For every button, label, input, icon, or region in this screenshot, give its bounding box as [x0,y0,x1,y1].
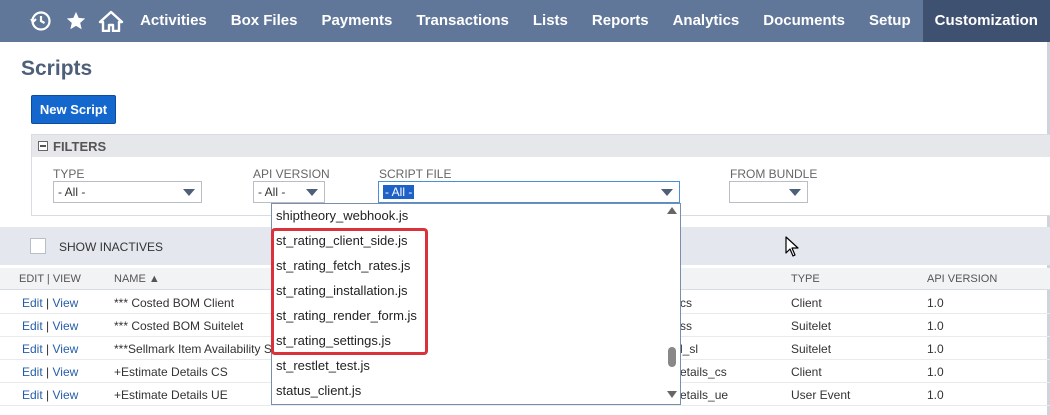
row-name: *** Costed BOM Client [114,296,235,310]
column-header-api-version[interactable]: API VERSION [927,273,997,285]
row-script-file: etails_cs [680,365,727,379]
show-inactives-checkbox[interactable] [30,238,46,254]
row-script-file: ss [680,319,692,333]
scrollbar-thumb[interactable] [668,347,676,367]
edit-link[interactable]: Edit [22,365,43,379]
row-edit-view: Edit | View [22,296,79,310]
highlight-annotation-box [271,228,428,355]
row-type: Client [791,296,822,310]
edit-link[interactable]: Edit [22,388,43,402]
column-header-type[interactable]: TYPE [791,273,820,285]
scroll-down-arrow-icon[interactable] [667,391,677,398]
edit-link[interactable]: Edit [22,342,43,356]
nav-transactions[interactable]: Transactions [404,0,521,42]
scroll-up-arrow-icon[interactable] [667,207,677,214]
column-header-name[interactable]: NAME ▲ [114,273,160,285]
filters-header[interactable]: FILTERS [32,135,1050,157]
nav-setup[interactable]: Setup [857,0,923,42]
type-filter-value: - All - [58,185,86,199]
row-script-file: etails_ue [680,388,729,402]
row-type: Client [791,365,822,379]
mouse-cursor-icon [785,236,799,263]
dropdown-option[interactable]: shiptheory_webhook.js [276,208,408,223]
view-link[interactable]: View [52,319,78,333]
row-edit-view: Edit | View [22,319,79,333]
row-api-version: 1.0 [927,342,944,356]
from-bundle-filter-label: FROM BUNDLE [730,167,818,181]
chevron-down-icon [183,189,195,196]
row-name: *** Costed BOM Suitelet [114,319,244,333]
row-edit-view: Edit | View [22,365,79,379]
row-script-file: l_sl [680,342,699,356]
star-icon[interactable] [59,0,94,42]
api-version-filter-label: API VERSION [253,167,330,181]
recent-clock-icon[interactable] [24,0,59,42]
nav-analytics[interactable]: Analytics [661,0,752,42]
dropdown-option[interactable]: status_client.js [276,383,361,398]
chevron-down-icon [661,189,673,196]
edit-link[interactable]: Edit [22,296,43,310]
dropdown-scrollbar[interactable] [664,204,680,404]
row-edit-view: Edit | View [22,388,79,402]
nav-reports[interactable]: Reports [580,0,661,42]
row-edit-view: Edit | View [22,342,79,356]
type-filter-select[interactable]: - All - [53,181,202,203]
row-name: +Estimate Details UE [114,388,228,402]
from-bundle-filter-select[interactable] [729,181,808,203]
row-script-file: cs [680,296,692,310]
view-link[interactable]: View [52,388,78,402]
nav-payments[interactable]: Payments [309,0,404,42]
new-script-button[interactable]: New Script [31,95,116,124]
script-file-filter-label: SCRIPT FILE [379,167,452,181]
row-api-version: 1.0 [927,319,944,333]
nav-box-files[interactable]: Box Files [219,0,310,42]
api-version-filter-select[interactable]: - All - [253,181,325,203]
script-file-filter-value: - All - [383,185,415,199]
nav-activities[interactable]: Activities [128,0,219,42]
api-version-filter-value: - All - [258,185,286,199]
row-api-version: 1.0 [927,388,944,402]
chevron-down-icon [306,189,318,196]
top-navigation: Activities Box Files Payments Transactio… [0,0,1050,42]
page-title: Scripts [21,57,93,80]
row-api-version: 1.0 [927,365,944,379]
filters-title: FILTERS [53,138,107,154]
collapse-icon[interactable] [38,141,48,151]
row-api-version: 1.0 [927,296,944,310]
chevron-down-icon [789,189,801,196]
type-filter-label: TYPE [53,167,85,181]
row-type: Suitelet [791,342,832,356]
show-inactives-label: SHOW INACTIVES [59,240,164,254]
nav-customization[interactable]: Customization [922,0,1050,42]
script-file-filter-select[interactable]: - All - [378,181,680,203]
view-link[interactable]: View [52,365,78,379]
row-type: Suitelet [791,319,832,333]
row-name: ***Sellmark Item Availability S [114,342,272,356]
column-header-edit-view: EDIT | VIEW [19,273,81,285]
view-link[interactable]: View [52,296,78,310]
nav-documents[interactable]: Documents [751,0,857,42]
view-link[interactable]: View [52,342,78,356]
home-icon[interactable] [93,0,128,42]
row-name: +Estimate Details CS [114,365,228,379]
edit-link[interactable]: Edit [22,319,43,333]
nav-lists[interactable]: Lists [521,0,580,42]
dropdown-option[interactable]: st_restlet_test.js [276,358,370,373]
row-type: User Event [791,388,851,402]
